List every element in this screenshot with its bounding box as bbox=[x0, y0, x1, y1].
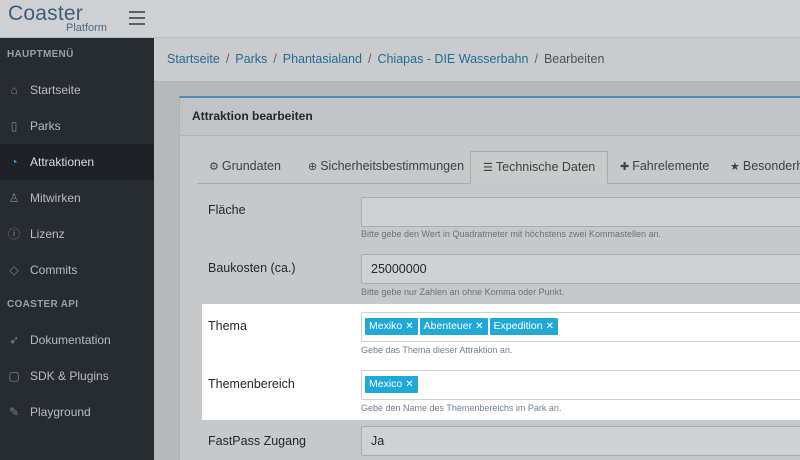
tab-label: Besonderh bbox=[742, 159, 800, 173]
tab-label: Technische Daten bbox=[495, 160, 596, 174]
baukosten-input[interactable]: 25000000 bbox=[361, 254, 800, 284]
sidebar-item-label: SDK & Plugins bbox=[30, 369, 109, 383]
sidebar-item-attraktionen[interactable]: ◔ Attraktionen bbox=[0, 144, 154, 180]
sidebar-item-startseite[interactable]: ⌂ Startseite bbox=[0, 72, 154, 108]
breadcrumb-link[interactable]: Startseite bbox=[167, 52, 220, 66]
breadcrumb-current: Bearbeiten bbox=[543, 52, 605, 66]
tab-bar: ⚙ Grundaten ⊕ Sicherheitsbestimmungen ☰ Tec… bbox=[197, 151, 800, 184]
sidebar-item-label: Dokumentation bbox=[30, 333, 111, 347]
sidebar-item-label: Commits bbox=[30, 263, 78, 277]
tag-chip: Expedition ✕ bbox=[489, 318, 558, 335]
pencil-icon: ✎ bbox=[8, 405, 20, 419]
sidebar-item-label: Lizenz bbox=[30, 227, 65, 241]
breadcrumb-separator: / bbox=[534, 52, 538, 66]
lifebuoy-icon: ⊕ bbox=[308, 161, 318, 173]
flaeche-input[interactable] bbox=[361, 197, 800, 227]
flaeche-label: Fläche bbox=[208, 203, 246, 217]
fastpass-select[interactable]: Ja bbox=[361, 426, 800, 456]
tag-label: Abenteuer bbox=[423, 320, 473, 332]
sidebar-item-label: Attraktionen bbox=[30, 155, 95, 169]
list-icon: ☰ bbox=[483, 162, 493, 174]
tab-technische-daten[interactable]: ☰ Technische Daten bbox=[470, 151, 609, 184]
baukosten-label: Baukosten (ca.) bbox=[208, 261, 296, 275]
themenbereich-tag-input[interactable]: Mexico ✕ bbox=[361, 370, 800, 400]
gauge-icon: ◔ bbox=[10, 155, 18, 169]
breadcrumb-link[interactable]: Chiapas - DIE Wasserbahn bbox=[377, 52, 528, 66]
sidebar-item-parks[interactable]: ▯ Parks bbox=[0, 108, 154, 144]
tag-label: Mexiko bbox=[369, 320, 403, 332]
sidebar-item-lizenz[interactable]: ⓘ Lizenz bbox=[0, 216, 154, 252]
tag-chip: Abenteuer ✕ bbox=[419, 318, 488, 335]
sidebar-item-label: Parks bbox=[30, 119, 61, 133]
home-icon: ⌂ bbox=[10, 83, 18, 97]
breadcrumb: Startseite / Parks / Phantasialand / Chiapas -… bbox=[154, 38, 800, 82]
tag-label: Expedition bbox=[493, 320, 543, 332]
tab-label: Sicherheitsbestimmungen bbox=[320, 159, 465, 173]
remove-tag-icon[interactable]: ✕ bbox=[475, 321, 483, 332]
tab-label: Fahrelemente bbox=[632, 159, 710, 173]
baukosten-help-text: Bitte gebe nur Zahlen an ohne Komma oder… bbox=[361, 287, 565, 297]
thema-help-text: Gebe das Thema dieser Attraktion an. bbox=[361, 345, 513, 355]
puzzle-icon: ✚ bbox=[620, 161, 630, 173]
tag-label: Mexico bbox=[369, 378, 403, 390]
main-content: Startseite / Parks / Phantasialand / Chiapas -… bbox=[154, 38, 800, 460]
tab-fahrelemente[interactable]: ✚ Fahrelemente bbox=[620, 151, 709, 184]
tab-sicherheitsbestimmungen[interactable]: ⊕ Sicherheitsbestimmungen bbox=[308, 151, 464, 184]
sidebar-section-title: COASTER API bbox=[7, 299, 79, 310]
remove-tag-icon[interactable]: ✕ bbox=[405, 379, 413, 390]
sidebar-item-commits[interactable]: ◇ Commits bbox=[0, 252, 154, 288]
sidebar-item-label: Playground bbox=[30, 405, 91, 419]
sidebar-item-sdk-plugins[interactable]: ▢ SDK & Plugins bbox=[0, 358, 154, 394]
hamburger-menu-icon[interactable] bbox=[129, 11, 145, 25]
star-icon: ★ bbox=[730, 161, 740, 173]
sidebar-section-title: HAUPTMENÜ bbox=[7, 49, 74, 60]
tab-label: Grundaten bbox=[221, 159, 281, 173]
sidebar-item-mitwirken[interactable]: ♙ Mitwirken bbox=[0, 180, 154, 216]
remove-tag-icon[interactable]: ✕ bbox=[405, 321, 413, 332]
fastpass-label: FastPass Zugang bbox=[208, 434, 306, 448]
breadcrumb-link[interactable]: Parks bbox=[235, 52, 267, 66]
card-title: Attraktion bearbeiten bbox=[180, 98, 800, 136]
breadcrumb-separator: / bbox=[273, 52, 277, 66]
sidebar: HAUPTMENÜ ⌂ Startseite ▯ Parks ◔ Attrakt… bbox=[0, 38, 154, 460]
logo-sub-text: Platform bbox=[66, 22, 107, 34]
sidebar-item-dokumentation[interactable]: ➶ Dokumentation bbox=[0, 322, 154, 358]
tag-chip: Mexico ✕ bbox=[365, 376, 418, 393]
thema-tag-input[interactable]: Mexiko ✕ Abenteuer ✕ Expedition ✕ bbox=[361, 312, 800, 342]
coaster-platform-logo[interactable]: Coaster Platform bbox=[8, 2, 118, 36]
users-icon: ♙ bbox=[8, 191, 20, 205]
map-icon: ▯ bbox=[10, 119, 18, 133]
sidebar-item-label: Mitwirken bbox=[30, 191, 81, 205]
breadcrumb-link[interactable]: Phantasialand bbox=[283, 52, 362, 66]
tab-besonderheiten[interactable]: ★ Besonderh bbox=[730, 151, 800, 184]
themenbereich-label: Themenbereich bbox=[208, 377, 295, 391]
sidebar-item-playground[interactable]: ✎ Playground bbox=[0, 394, 154, 430]
rocket-icon: ➶ bbox=[8, 333, 20, 347]
puzzle-icon: ▢ bbox=[8, 369, 20, 383]
thema-label: Thema bbox=[208, 319, 247, 333]
highlighted-theme-section: Thema Mexiko ✕ Abenteuer ✕ Expedition ✕ Gebe … bbox=[202, 304, 800, 420]
cogs-icon: ⚙ bbox=[209, 161, 219, 173]
info-icon: ⓘ bbox=[7, 227, 20, 241]
tag-icon: ◇ bbox=[9, 263, 19, 277]
top-header: Coaster Platform bbox=[0, 0, 800, 38]
breadcrumb-separator: / bbox=[225, 52, 230, 66]
flaeche-help-text: Bitte gebe den Wert in Quadratmeter mit … bbox=[361, 229, 661, 239]
tab-grundaten[interactable]: ⚙ Grundaten bbox=[209, 151, 281, 184]
tag-chip: Mexiko ✕ bbox=[365, 318, 418, 335]
breadcrumb-separator: / bbox=[367, 52, 372, 66]
remove-tag-icon[interactable]: ✕ bbox=[546, 321, 554, 332]
themenbereich-help-text: Gebe den Name des Themenbereichs im Park… bbox=[361, 403, 562, 413]
sidebar-item-label: Startseite bbox=[30, 83, 81, 97]
